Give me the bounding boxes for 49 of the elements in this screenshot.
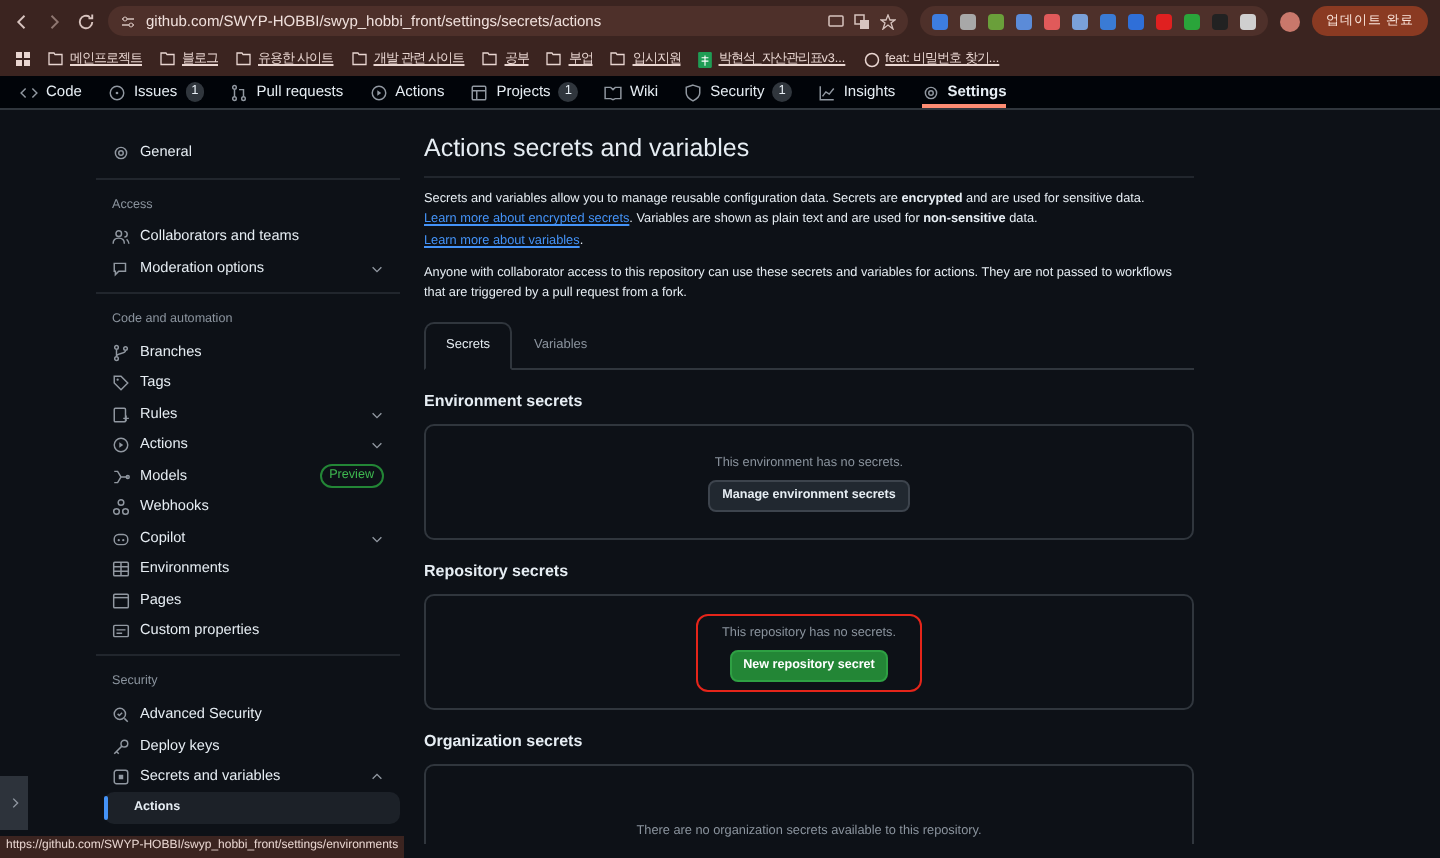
- folder-icon: [351, 52, 368, 66]
- grid-icon: [112, 560, 130, 579]
- folder-icon: [482, 52, 499, 66]
- play-circle-icon: [112, 436, 130, 455]
- comment-icon: [112, 259, 130, 278]
- folder-icon: [610, 52, 627, 66]
- graph-icon: [817, 83, 836, 101]
- settings-icon: [112, 144, 130, 163]
- play-circle-icon: [369, 83, 388, 101]
- folder-icon: [48, 52, 64, 66]
- models-icon: [112, 467, 130, 486]
- webhook-icon: [112, 498, 130, 517]
- table-icon: [470, 83, 489, 101]
- key-icon: [112, 737, 130, 756]
- folder-icon: [236, 52, 252, 66]
- document-plus-icon: [112, 405, 130, 424]
- section-heading: Environment secrets: [424, 390, 585, 415]
- shield-icon: [684, 83, 703, 101]
- pull-request-icon: [230, 83, 249, 101]
- people-icon: [112, 228, 130, 247]
- robot-icon: [112, 529, 130, 548]
- folder-icon: [160, 52, 176, 66]
- section-heading: Organization secrets: [424, 730, 585, 755]
- scan-icon: [112, 706, 130, 725]
- chevron-down-icon: [370, 261, 384, 276]
- folder-icon: [546, 52, 563, 66]
- book-icon: [603, 83, 622, 101]
- chevron-down-icon: [370, 438, 384, 453]
- avatar-icon: [1280, 11, 1301, 31]
- settings-icon: [921, 83, 940, 101]
- chevron-down-icon: [370, 407, 384, 422]
- reload-icon[interactable]: [76, 11, 96, 31]
- chevron-right-icon: [7, 796, 21, 810]
- code-icon: [20, 83, 38, 101]
- star-icon: [880, 13, 897, 29]
- circle-dot-icon: [107, 83, 126, 101]
- chevron-up-icon: [370, 770, 384, 785]
- spreadsheet-icon: [698, 51, 713, 67]
- screen-icon: [828, 13, 845, 29]
- apps-grid-icon: [16, 52, 30, 66]
- site-settings-icon: [120, 13, 136, 29]
- chevron-down-icon: [370, 531, 384, 546]
- section-heading: Repository secrets: [424, 560, 571, 585]
- window-icon: [112, 591, 130, 610]
- note-icon: [112, 622, 130, 641]
- page-title: Actions secrets and variables: [424, 134, 1194, 178]
- expand-handle[interactable]: [0, 776, 28, 830]
- tag-icon: [112, 374, 130, 393]
- branch-icon: [112, 343, 130, 362]
